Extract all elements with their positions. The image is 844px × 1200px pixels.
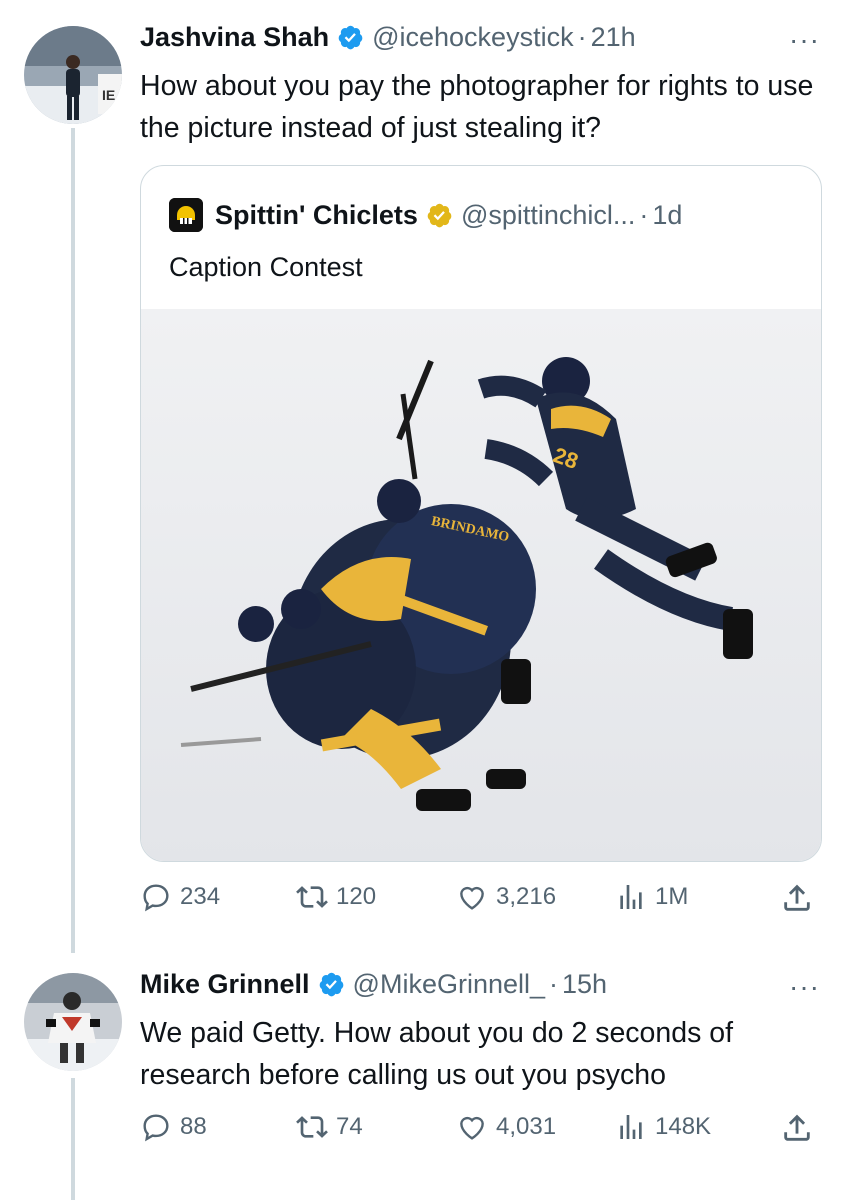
views-button[interactable]: 1M — [615, 881, 688, 913]
separator-dot: · — [639, 199, 649, 230]
separator-dot: · — [549, 969, 559, 999]
views-icon — [620, 1115, 642, 1139]
heart-icon — [460, 1116, 484, 1140]
heart-icon — [460, 886, 484, 910]
thread-line — [71, 1078, 75, 1200]
quoted-timestamp[interactable]: 1d — [652, 200, 682, 231]
quoted-tweet[interactable]: Spittin' Chiclets @spittinchicl... · 1d … — [140, 165, 822, 862]
spittin-chiclets-logo[interactable] — [169, 198, 203, 232]
repost-button[interactable]: 120 — [296, 881, 376, 913]
like-button[interactable]: 4,031 — [456, 1111, 556, 1143]
tweet-header: Jashvina Shah @icehockeystick · 21h — [140, 22, 636, 53]
more-icon[interactable]: ··· — [789, 971, 820, 1003]
share-button[interactable] — [780, 1111, 822, 1145]
repost-icon — [296, 1116, 328, 1138]
verified-badge-icon — [337, 24, 364, 51]
share-icon — [784, 1114, 810, 1141]
quoted-tweet-text: Caption Contest — [169, 252, 363, 282]
repost-icon — [296, 886, 328, 908]
views-button[interactable]: 148K — [615, 1111, 711, 1143]
display-name[interactable]: Jashvina Shah — [140, 22, 329, 53]
more-icon[interactable]: ··· — [789, 24, 820, 56]
reply-button[interactable]: 234 — [140, 881, 220, 913]
reply-button[interactable]: 88 — [140, 1111, 207, 1143]
handle[interactable]: @MikeGrinnell_ — [353, 969, 545, 1000]
thread-line — [71, 128, 75, 953]
display-name[interactable]: Mike Grinnell — [140, 969, 310, 1000]
quoted-tweet-header: Spittin' Chiclets @spittinchicl... · 1d — [169, 198, 682, 232]
reply-count: 234 — [180, 883, 221, 910]
verified-badge-icon — [318, 971, 345, 998]
quoted-display-name[interactable]: Spittin' Chiclets — [215, 200, 418, 231]
hockey-celebration-photo[interactable]: 28 BRINDAMO — [141, 309, 821, 861]
handle[interactable]: @icehockeystick — [372, 22, 573, 53]
verified-badge-gold-icon — [426, 202, 453, 229]
like-button[interactable]: 3,216 — [456, 881, 556, 913]
quoted-handle[interactable]: @spittinchicl... — [461, 200, 635, 231]
tweet-text: How about you pay the photographer for r… — [140, 70, 814, 144]
tweet-text: We paid Getty. How about you do 2 second… — [140, 1017, 734, 1091]
reply-count: 88 — [180, 1113, 207, 1140]
repost-count: 120 — [336, 883, 377, 910]
views-count: 148K — [655, 1113, 712, 1140]
avatar[interactable]: IE — [24, 26, 122, 124]
repost-button[interactable]: 74 — [296, 1111, 363, 1143]
avatar[interactable] — [24, 973, 122, 1071]
tweet-actions: 234 120 3,216 1M — [140, 881, 830, 921]
separator-dot: · — [577, 22, 587, 52]
share-button[interactable] — [780, 881, 822, 915]
tweet-header: Mike Grinnell @MikeGrinnell_ · 15h — [140, 969, 607, 1000]
reply-icon — [143, 884, 169, 912]
svg-text:IE: IE — [102, 87, 115, 103]
like-count: 3,216 — [496, 883, 557, 910]
timestamp[interactable]: 15h — [562, 969, 607, 1000]
timestamp[interactable]: 21h — [591, 22, 636, 53]
tweet-actions: 88 74 4,031 148K — [140, 1111, 830, 1151]
share-icon — [784, 884, 810, 911]
repost-count: 74 — [336, 1113, 363, 1140]
views-icon — [620, 885, 642, 909]
reply-icon — [143, 1114, 169, 1142]
like-count: 4,031 — [496, 1113, 557, 1140]
views-count: 1M — [655, 883, 689, 910]
